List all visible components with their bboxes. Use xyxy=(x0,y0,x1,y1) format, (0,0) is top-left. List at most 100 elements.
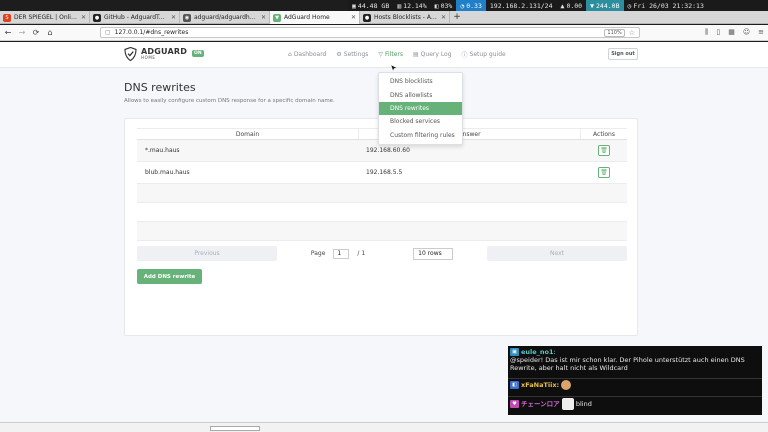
chat-message: ◧ xFaNaTiix: xyxy=(508,378,762,395)
download-value: 244.0B xyxy=(596,1,620,10)
reader-icon[interactable]: ▦ xyxy=(728,28,735,37)
menu-item-custom-filtering-rules[interactable]: Custom filtering rules xyxy=(379,129,462,142)
spiegel-icon: S xyxy=(3,13,11,22)
toolbar-right: ⫼ ▯ ▦ ☺ ≡ xyxy=(705,28,764,37)
home-icon[interactable]: ⌂ xyxy=(46,28,54,37)
header-domain[interactable]: Domain xyxy=(137,129,359,139)
cell-answer: 192.168.5.5 xyxy=(366,169,403,176)
mouse-cursor-icon xyxy=(391,65,397,71)
tab-adguard-home[interactable]: ▼ AdGuard Home ✕ xyxy=(270,11,360,24)
add-dns-rewrite-button[interactable]: Add DNS rewrite xyxy=(137,269,202,284)
gear-icon: ⚙ xyxy=(336,51,342,58)
taskbar-strip xyxy=(0,422,768,432)
library-icon[interactable]: ⫼ xyxy=(705,28,708,37)
tab-hosts-blocklists[interactable]: ● Hosts Blocklists - Adguard ✕ xyxy=(360,11,450,24)
url-bar[interactable]: ▢ 127.0.0.1/#dns_rewrites 110% ☆ xyxy=(100,27,640,38)
menu-item-dns-allowlists[interactable]: DNS allowlists xyxy=(379,88,462,101)
tab-spiegel[interactable]: S DER SPIEGEL | Online-Nachrichten ✕ xyxy=(0,11,90,24)
browser-tab-strip: S DER SPIEGEL | Online-Nachrichten ✕ ● G… xyxy=(0,11,768,24)
previous-button[interactable]: Previous xyxy=(137,246,277,261)
tab-title: adguard/adguardhome - Docker Hub xyxy=(194,14,258,21)
page-input[interactable]: 1 xyxy=(333,248,350,259)
system-status-bar: ▣ 44.48 GB ▥ 12.14% ◧ 03% ◔ 0.33 192.168.2.1… xyxy=(348,0,768,11)
rewrites-card: Domain Answer Actions *.mau.haus 192.168… xyxy=(124,118,638,336)
trash-icon: 🗑 xyxy=(600,169,608,176)
delete-button[interactable]: 🗑 xyxy=(598,145,610,156)
cpu-status: ▥ 12.14% xyxy=(393,0,430,11)
cpu-value: 12.14% xyxy=(403,1,427,10)
table-row-empty xyxy=(137,203,627,222)
account-icon[interactable]: ☺ xyxy=(743,28,750,37)
back-arrow-icon[interactable]: ← xyxy=(4,28,12,37)
table-row: blub.mau.haus 192.168.5.5 🗑 xyxy=(137,162,627,184)
close-icon[interactable]: ✕ xyxy=(261,14,266,21)
nav-settings[interactable]: ⚙ Settings xyxy=(336,50,368,59)
taskbar-window[interactable] xyxy=(210,426,260,431)
forward-arrow-icon[interactable]: → xyxy=(18,28,26,37)
close-icon[interactable]: ✕ xyxy=(171,14,176,21)
app-header: ADGUARD HOME ON ⌂ Dashboard ⚙ Settings ▽ Fi… xyxy=(0,42,768,68)
chat-text: blind xyxy=(575,400,592,408)
chat-separator: : xyxy=(553,348,556,356)
adguard-logo[interactable]: ADGUARD HOME ON xyxy=(124,47,204,61)
page-total: / 1 xyxy=(357,250,366,257)
tab-github-adguard[interactable]: ● GitHub - AdguardTeam/AdGuardHome ✕ xyxy=(90,11,180,24)
new-tab-button[interactable]: + xyxy=(450,11,464,23)
nav-setup-guide[interactable]: ⓘ Setup guide xyxy=(462,50,506,59)
mem-status: ◧ 03% xyxy=(431,0,457,11)
cell-domain: *.mau.haus xyxy=(145,147,180,154)
github-icon: ● xyxy=(93,13,101,22)
page-label: Page xyxy=(310,250,326,257)
menu-item-dns-blocklists[interactable]: DNS blocklists xyxy=(379,75,462,88)
page-info-icon[interactable]: ▢ xyxy=(105,29,111,36)
brand-text: ADGUARD HOME xyxy=(141,48,187,60)
adguard-icon: ▼ xyxy=(273,13,281,22)
shield-icon xyxy=(124,47,137,61)
page-value: 1 xyxy=(337,250,342,257)
chat-username: eule_no1 xyxy=(521,348,554,356)
mem-value: 03% xyxy=(440,1,453,10)
zoom-level[interactable]: 110% xyxy=(604,28,625,37)
help-icon: ⓘ xyxy=(461,52,468,59)
menu-item-blocked-services[interactable]: Blocked services xyxy=(379,115,462,128)
filters-dropdown: DNS blocklists DNS allowlists DNS rewrit… xyxy=(378,72,463,145)
tab-title: GitHub - AdguardTeam/AdGuardHome xyxy=(104,14,168,21)
nav-filters[interactable]: ▽ Filters xyxy=(378,50,403,59)
load-status: ◔ 0.33 xyxy=(456,0,486,11)
nav-label: Setup guide xyxy=(469,51,506,58)
chat-username: xFaNaTiix: xyxy=(521,381,560,389)
upload-icon: ▲ xyxy=(560,1,565,10)
rows-select[interactable]: 10 rows xyxy=(413,247,454,260)
close-icon[interactable]: ✕ xyxy=(441,14,446,21)
bookmark-star-icon[interactable]: ☆ xyxy=(629,29,635,37)
next-button[interactable]: Next xyxy=(487,246,627,261)
status-badge: ON xyxy=(192,49,204,57)
rows-value: 10 rows xyxy=(418,250,442,257)
document-icon: ▤ xyxy=(413,51,419,58)
moderator-badge-icon: ▣ xyxy=(510,348,519,356)
pagination: Previous Page 1 / 1 10 rows Next xyxy=(137,245,627,262)
table-row-empty xyxy=(137,222,627,241)
avatar-emote-icon xyxy=(561,398,574,410)
menu-item-dns-rewrites[interactable]: DNS rewrites xyxy=(379,101,462,116)
sidebar-icon[interactable]: ▯ xyxy=(716,28,720,37)
browser-navbar: ← → ⟳ ⌂ ▢ 127.0.0.1/#dns_rewrites 110% ☆… xyxy=(0,25,768,41)
sign-out-button[interactable]: Sign out xyxy=(608,48,638,60)
nav-label: Dashboard xyxy=(293,51,327,58)
delete-button[interactable]: 🗑 xyxy=(598,167,610,178)
reload-icon[interactable]: ⟳ xyxy=(32,28,40,37)
emote-icon xyxy=(561,380,572,390)
close-icon[interactable]: ✕ xyxy=(351,14,356,21)
nav-dashboard[interactable]: ⌂ Dashboard xyxy=(288,50,326,59)
menu-icon[interactable]: ≡ xyxy=(758,28,764,37)
trash-icon: 🗑 xyxy=(600,147,608,154)
load-value: 0.33 xyxy=(466,1,482,10)
close-icon[interactable]: ✕ xyxy=(81,14,86,21)
tab-title: Hosts Blocklists - Adguard xyxy=(374,14,438,21)
clock-icon: ◷ xyxy=(627,1,632,10)
nav-query-log[interactable]: ▤ Query Log xyxy=(413,50,452,59)
network-status: 192.168.2.131/24 xyxy=(486,0,557,11)
tab-docker-hub[interactable]: ◉ adguard/adguardhome - Docker Hub ✕ xyxy=(180,11,270,24)
chat-message: ♥ チェーンロア blind xyxy=(508,396,762,411)
nav-label: Filters xyxy=(385,51,403,58)
